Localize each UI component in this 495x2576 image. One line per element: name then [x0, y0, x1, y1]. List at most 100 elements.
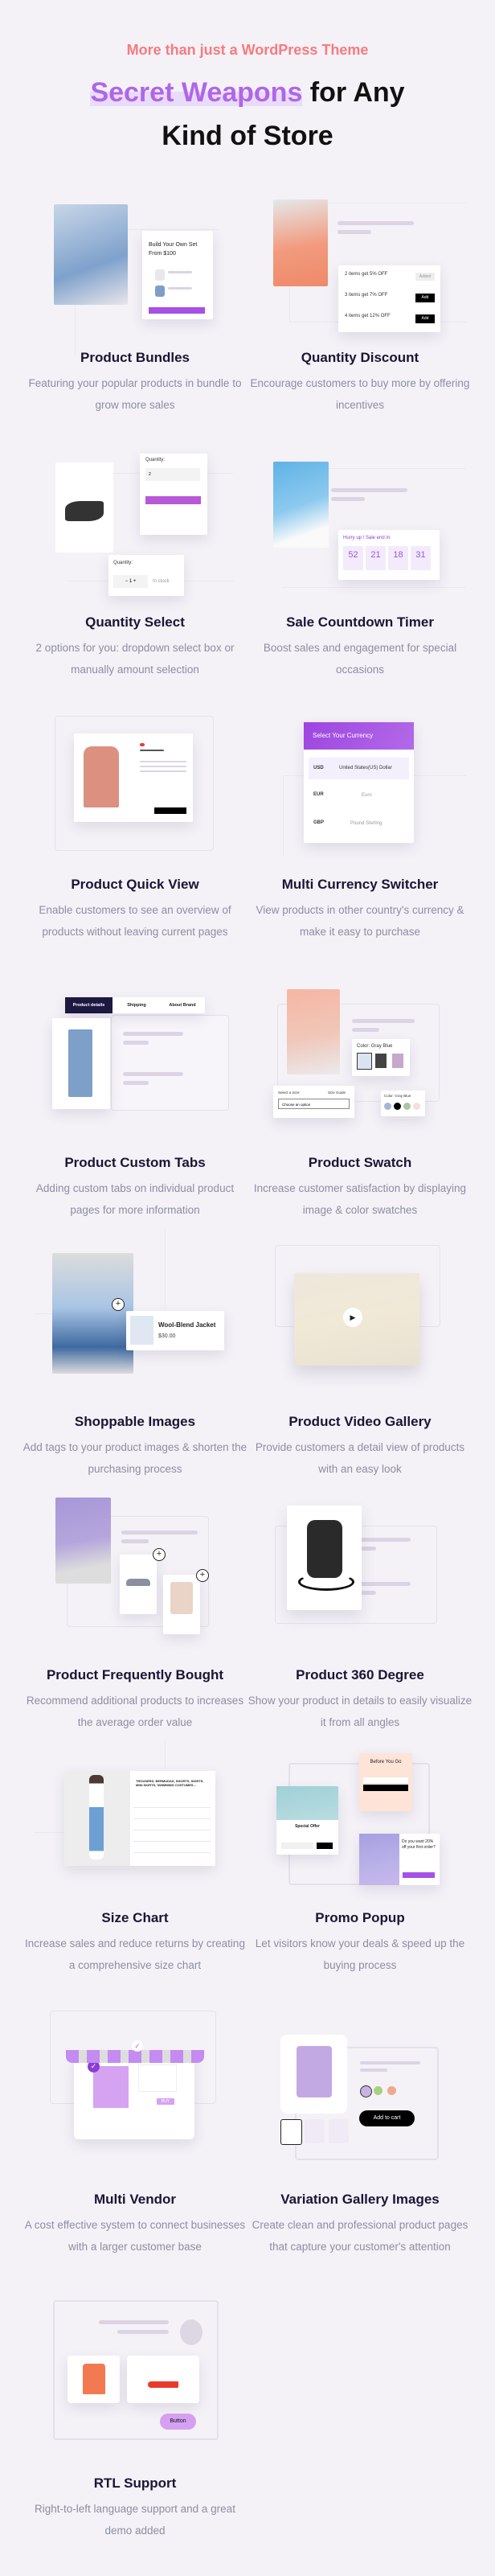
fbt-illustration: + +: [22, 1484, 248, 1645]
gallery-thumb[interactable]: [329, 2119, 349, 2143]
add-button[interactable]: Add: [415, 294, 435, 302]
add-plus-icon[interactable]: +: [196, 1569, 209, 1582]
swatch-photo: [287, 989, 340, 1074]
variation-illustration: Add to cart: [248, 2007, 472, 2167]
feature-title: Multi Vendor: [94, 2192, 176, 2207]
title-line2: Kind of Store: [162, 121, 333, 151]
add-button[interactable]: Add: [415, 314, 435, 323]
size-select[interactable]: Choose an option: [278, 1099, 350, 1109]
gallery-thumb[interactable]: [305, 2119, 325, 2143]
qty-stepper[interactable]: − 1 +: [113, 575, 148, 588]
jeans-photo: [52, 1018, 110, 1109]
quickview-illustration: [22, 706, 248, 867]
fbt-product-card[interactable]: [120, 1555, 157, 1614]
add-plus-icon[interactable]: +: [153, 1548, 166, 1561]
play-icon[interactable]: ▶: [343, 1308, 362, 1327]
feature-title: Size Chart: [101, 1910, 169, 1925]
feature-desc: Show your product in details to easily v…: [248, 1695, 472, 1728]
feature-desc: Provide customers a detail view of produ…: [255, 1441, 465, 1475]
feature-desc: Boost sales and engagement for special o…: [263, 642, 457, 676]
discount-illustration: 2 items get 5% OFF Added 3 items get 7% …: [248, 185, 472, 346]
currency-row-eur[interactable]: EUR: [313, 792, 324, 797]
qty-stepper-card: Quantity: − 1 + In stock: [108, 555, 184, 596]
feature-title: Product Custom Tabs: [64, 1155, 206, 1170]
currency-header: Select Your Currency: [304, 722, 414, 750]
feature-product-bundles: Build Your Own Set From $100 Product Bun…: [22, 185, 248, 416]
quickview-modal: [74, 733, 193, 822]
color-option[interactable]: [413, 1103, 420, 1110]
offer-submit-button[interactable]: [317, 1843, 333, 1849]
tab-about-brand[interactable]: About Brand: [160, 997, 205, 1013]
quickview-add-button[interactable]: [154, 807, 186, 814]
tag-plus-icon[interactable]: +: [112, 1298, 125, 1311]
rotate-360-icon: [298, 1573, 354, 1591]
feature-title: Variation Gallery Images: [280, 2192, 440, 2207]
qty-select[interactable]: 2: [145, 468, 200, 481]
gallery-thumb[interactable]: [280, 2119, 302, 2145]
feature-desc: A cost effective system to connect busin…: [24, 2219, 246, 2253]
feature-title: Product Quick View: [71, 877, 199, 892]
bundle-card: Build Your Own Set From $100: [142, 231, 213, 319]
exit-submit-button[interactable]: [363, 1785, 408, 1791]
color-option[interactable]: [384, 1103, 391, 1110]
feature-desc: Create clean and professional product pa…: [252, 2219, 468, 2253]
color-swatch-card: Color: Gray Blue: [381, 1091, 425, 1116]
fbt-product-card[interactable]: [163, 1575, 200, 1634]
qty-option-selected[interactable]: [145, 496, 201, 504]
feature-custom-tabs: Product details Shipping About Brand Pro…: [22, 983, 248, 1221]
feature-rtl-support: Button RTL Support Right-to-left languag…: [22, 2284, 248, 2541]
discount-photo: [273, 199, 328, 286]
countdown-photo: [273, 462, 329, 548]
swatch-illustration: Color: Gray Blue Select a Size: Size Gui…: [248, 983, 472, 1144]
buy-button[interactable]: BUY: [157, 2098, 174, 2105]
email-field[interactable]: [363, 1777, 408, 1783]
stock-status: In stock: [153, 579, 170, 584]
swatch-option[interactable]: [357, 1053, 372, 1070]
bundle-photo: [54, 204, 128, 305]
vendor-illustration: ✓ BUY ✓: [22, 2007, 248, 2167]
variation-swatch-2[interactable]: [387, 2086, 396, 2095]
feature-product-swatch: Color: Gray Blue Select a Size: Size Gui…: [248, 983, 472, 1221]
feature-frequently-bought: + + Product Frequently Bought Recommend …: [22, 1484, 248, 1733]
feature-desc: 2 options for you: dropdown select box o…: [35, 642, 235, 676]
currency-card: Select Your Currency USD United States(U…: [304, 722, 414, 843]
color-option[interactable]: [394, 1103, 401, 1110]
variation-swatch-1[interactable]: [374, 2086, 382, 2095]
swatch-option[interactable]: [392, 1054, 403, 1068]
add-to-cart-button[interactable]: Add to cart: [359, 2110, 415, 2126]
feature-promo-popup: Special Offer Before You Go Do you want …: [248, 1741, 472, 1976]
tag-product-price: $30.00: [158, 1333, 176, 1339]
qty-dropdown-card: Quantity: 2: [140, 454, 207, 535]
swatch-option[interactable]: [375, 1054, 387, 1068]
qty-illustration: Quantity: 2 Quantity: − 1 + In stock: [22, 442, 248, 603]
shoppable-photo: [52, 1253, 133, 1374]
added-button[interactable]: Added: [415, 273, 435, 281]
feature-title: Product Frequently Bought: [46, 1667, 224, 1682]
bundle-illustration: Build Your Own Set From $100: [22, 185, 248, 354]
variation-swatch-0[interactable]: [360, 2085, 372, 2097]
page-title: Secret Weapons for Any Kind of Store: [0, 71, 495, 158]
feature-variation-gallery: Add to cart Variation Gallery Images Cre…: [248, 2007, 472, 2258]
tab-shipping[interactable]: Shipping: [117, 997, 157, 1013]
discount-claim-button[interactable]: [403, 1872, 435, 1878]
tab-product-details[interactable]: Product details: [65, 997, 112, 1013]
feature-multi-vendor: ✓ BUY ✓ Multi Vendor A cost effective sy…: [22, 2007, 248, 2258]
product-tag-card[interactable]: Wool-Blend Jacket $30.00: [126, 1311, 224, 1350]
currency-illustration: Select Your Currency USD United States(U…: [248, 706, 472, 867]
bundle-add-button[interactable]: [149, 307, 205, 314]
discount-card: 2 items get 5% OFF Added 3 items get 7% …: [338, 265, 440, 332]
countdown-secs: 31: [411, 546, 431, 570]
color-option[interactable]: [403, 1103, 411, 1110]
feature-desc: Let visitors know your deals & speed up …: [255, 1937, 465, 1971]
feature-title: Promo Popup: [315, 1910, 405, 1925]
feature-title: Sale Countdown Timer: [286, 614, 434, 630]
promo-illustration: Special Offer Before You Go Do you want …: [248, 1741, 472, 1902]
degree-illustration: [248, 1484, 472, 1645]
tag-product-name: Wool-Blend Jacket: [158, 1321, 216, 1329]
feature-title: Quantity Select: [85, 614, 185, 630]
rtl-button[interactable]: Button: [160, 2414, 196, 2430]
feature-360-degree: Product 360 Degree Show your product in …: [248, 1484, 472, 1733]
feature-desc: Add tags to your product images & shorte…: [22, 1441, 248, 1475]
eyebrow: More than just a WordPress Theme: [126, 42, 369, 58]
currency-row-gbp[interactable]: GBP: [313, 820, 324, 825]
